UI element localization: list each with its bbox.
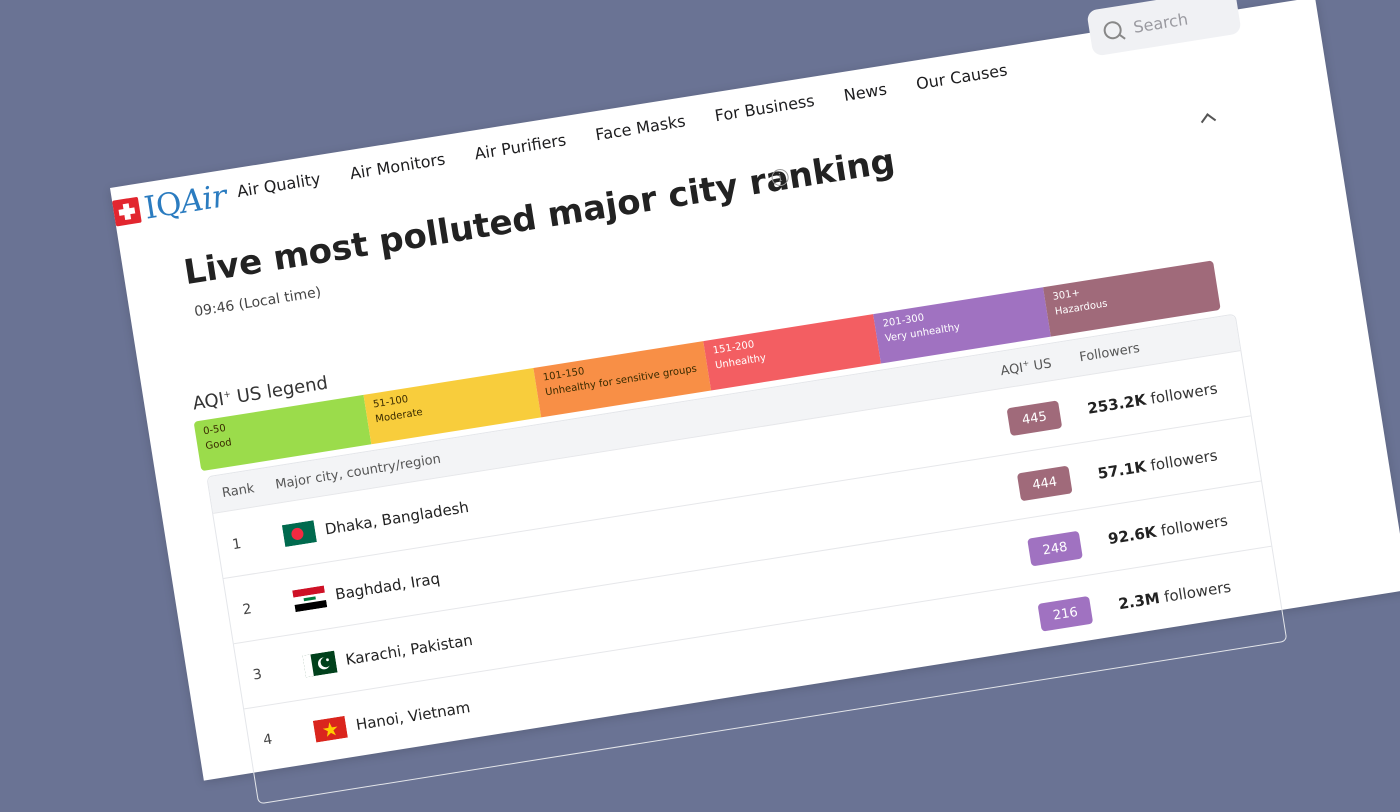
nav-our-causes[interactable]: Our Causes [915, 60, 1009, 93]
row-city[interactable]: Baghdad, Iraq [334, 569, 441, 603]
row-rank: 4 [262, 731, 274, 749]
aqi-badge: 248 [1027, 530, 1083, 567]
iraq-flag-icon [292, 585, 328, 613]
row-rank: 2 [241, 601, 253, 619]
nav-air-purifiers[interactable]: Air Purifiers [473, 130, 567, 163]
row-city[interactable]: Dhaka, Bangladesh [324, 498, 470, 539]
row-followers: 2.3M followers [1117, 577, 1233, 614]
nav-air-quality[interactable]: Air Quality [236, 169, 322, 201]
col-rank: Rank [221, 481, 256, 502]
logo-text: IQAir [141, 178, 229, 227]
row-followers: 57.1K followers [1096, 446, 1219, 483]
aqi-badge: 445 [1006, 400, 1063, 437]
page-title: Live most polluted major city ranking [181, 141, 898, 294]
row-followers: 253.2K followers [1086, 379, 1219, 418]
search-placeholder: Search [1131, 8, 1190, 37]
nav-face-masks[interactable]: Face Masks [594, 111, 687, 144]
nav-news[interactable]: News [842, 79, 888, 105]
search-box[interactable]: Search [1086, 0, 1242, 57]
nav-air-monitors[interactable]: Air Monitors [348, 149, 446, 183]
col-aqi: AQI+ US [999, 356, 1053, 380]
row-city[interactable]: Hanoi, Vietnam [355, 698, 472, 734]
row-city[interactable]: Karachi, Pakistan [344, 631, 474, 669]
aqi-badge: 444 [1016, 465, 1073, 502]
bangladesh-flag-icon [281, 520, 317, 547]
iqair-page: IQAir Air Quality Air Monitors Air Purif… [110, 0, 1400, 805]
swiss-flag-icon [112, 196, 142, 227]
row-rank: 1 [231, 535, 243, 554]
collapse-chevron-icon[interactable] [1200, 113, 1217, 129]
pakistan-flag-icon [302, 650, 338, 678]
local-time: 09:46 (Local time) [193, 284, 323, 321]
iqair-logo[interactable]: IQAir [111, 178, 229, 231]
row-followers: 92.6K followers [1106, 511, 1230, 549]
row-rank: 3 [251, 666, 264, 684]
ranking-table: Rank Major city, country/region AQI+ US … [206, 313, 1288, 805]
aqi-badge: 216 [1037, 595, 1094, 632]
search-icon [1102, 19, 1123, 41]
col-followers: Followers [1078, 340, 1141, 366]
vietnam-flag-icon [312, 715, 348, 743]
nav-for-business[interactable]: For Business [713, 91, 815, 126]
